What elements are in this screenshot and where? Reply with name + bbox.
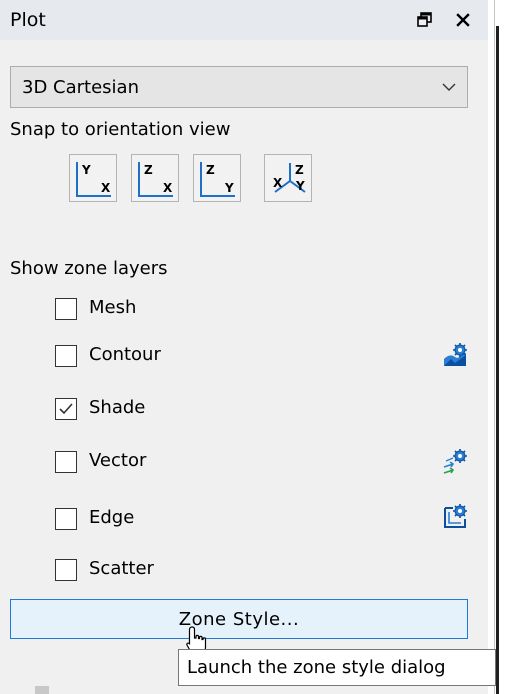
zone-layers-heading: Show zone layers: [10, 258, 168, 279]
window-edge: [488, 0, 507, 694]
axis-xy-icon: Y X: [76, 162, 111, 197]
axis-xz-icon: Z X: [138, 162, 173, 197]
close-icon: [456, 13, 470, 27]
scatter-checkbox[interactable]: [55, 559, 77, 581]
plot-type-value: 3D Cartesian: [22, 77, 139, 98]
mesh-checkbox[interactable]: [55, 298, 77, 320]
panel-title: Plot: [10, 9, 46, 31]
svg-text:X: X: [273, 176, 283, 190]
orient-xz-button[interactable]: Z X: [131, 154, 179, 202]
orientation-heading: Snap to orientation view: [10, 119, 231, 140]
axis-3d-icon: X Y Z: [273, 163, 306, 193]
contour-label: Contour: [89, 344, 161, 365]
chevron-down-icon: [442, 83, 456, 91]
vector-label: Vector: [89, 450, 147, 471]
svg-text:Y: Y: [81, 163, 91, 177]
svg-text:Z: Z: [144, 163, 153, 177]
zone-style-button[interactable]: Zone Style...: [10, 599, 468, 639]
svg-text:X: X: [101, 181, 111, 195]
checkmark-icon: [59, 403, 73, 415]
svg-text:Y: Y: [224, 181, 234, 195]
zone-style-label: Zone Style...: [178, 609, 300, 630]
close-button[interactable]: [449, 6, 477, 34]
contour-checkbox[interactable]: [55, 345, 77, 367]
float-window-icon: [417, 12, 432, 27]
adjacent-window-frame: [496, 26, 499, 694]
orient-yz-button[interactable]: Z Y: [193, 154, 241, 202]
contour-settings-button[interactable]: [441, 341, 469, 369]
vector-settings-button[interactable]: [441, 447, 469, 475]
shade-label: Shade: [89, 397, 146, 418]
svg-text:Z: Z: [295, 163, 304, 177]
float-window-button[interactable]: [411, 6, 439, 34]
edge-settings-button[interactable]: [441, 502, 469, 530]
svg-text:X: X: [163, 181, 173, 195]
mesh-label: Mesh: [89, 297, 137, 318]
edge-checkbox[interactable]: [55, 508, 77, 530]
vector-settings-icon: [443, 449, 467, 474]
orient-xy-button[interactable]: Y X: [69, 154, 117, 202]
plot-panel: Plot 3D Cartesian Snap to orientation vi…: [0, 0, 488, 694]
shade-checkbox[interactable]: [55, 398, 77, 420]
svg-text:Z: Z: [206, 163, 215, 177]
partial-control: [35, 686, 49, 694]
vector-checkbox[interactable]: [55, 451, 77, 473]
zone-style-tooltip: Launch the zone style dialog: [178, 649, 496, 686]
orient-3d-button[interactable]: X Y Z: [264, 154, 312, 202]
axis-yz-icon: Z Y: [200, 162, 235, 197]
plot-type-dropdown[interactable]: 3D Cartesian: [10, 66, 468, 108]
panel-titlebar[interactable]: Plot: [0, 0, 488, 40]
edge-label: Edge: [89, 507, 135, 528]
scatter-label: Scatter: [89, 558, 154, 579]
contour-settings-icon: [444, 343, 467, 366]
svg-text:Y: Y: [295, 179, 305, 193]
tooltip-text: Launch the zone style dialog: [187, 657, 446, 678]
edge-settings-icon: [444, 504, 467, 528]
